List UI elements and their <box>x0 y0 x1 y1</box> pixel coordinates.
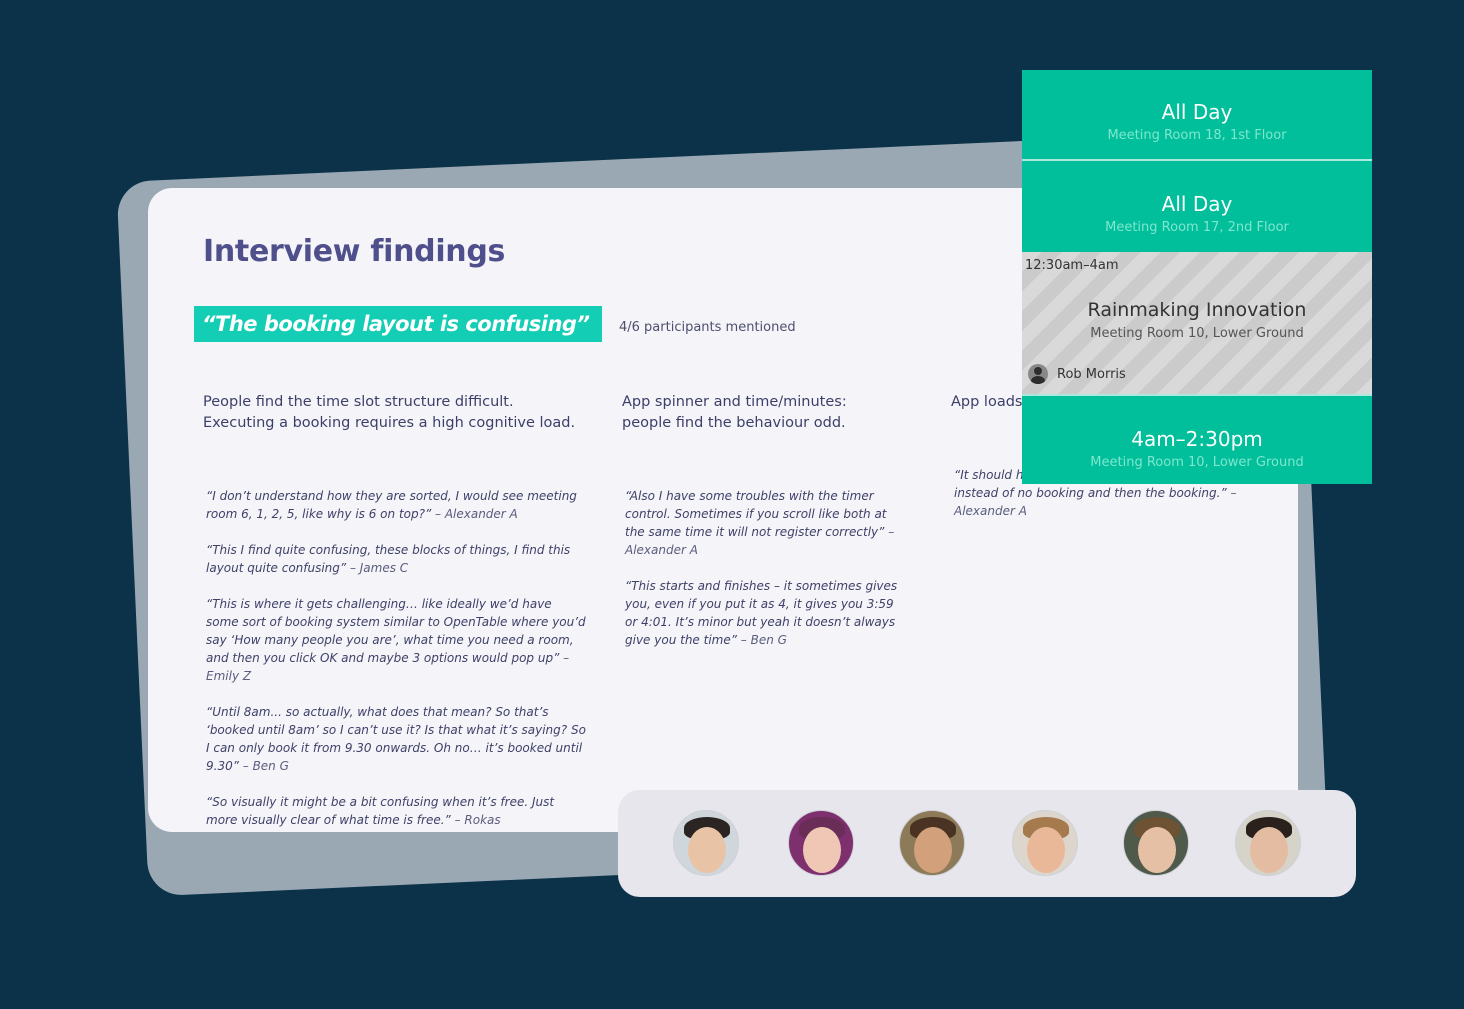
heading-line: App spinner and time/minutes: <box>622 394 847 410</box>
avatar-face <box>803 827 841 873</box>
participants-panel <box>618 790 1356 897</box>
finding-column-1: People find the time slot structure diff… <box>203 392 588 832</box>
slot-time: All Day <box>1161 192 1233 216</box>
quote-text: “Also I have some troubles with the time… <box>625 489 887 539</box>
participant-avatar-6 <box>1235 810 1301 876</box>
quote-author: – Alexander A <box>431 507 518 521</box>
avatar-face <box>688 827 726 873</box>
heading-line: People find the time slot structure diff… <box>203 394 514 410</box>
slot-room: Meeting Room 10, Lower Ground <box>1090 455 1304 470</box>
booked-by-name: Rob Morris <box>1057 366 1126 382</box>
avatar-face <box>914 827 952 873</box>
quote-author: – Ben G <box>736 633 787 647</box>
column-heading: People find the time slot structure diff… <box>203 392 588 434</box>
slot-time: 4am–2:30pm <box>1131 427 1263 451</box>
booked-by: Rob Morris <box>1028 364 1126 384</box>
quote: “Also I have some troubles with the time… <box>625 487 907 559</box>
slot-time: All Day <box>1161 100 1233 124</box>
booking-slot[interactable]: All Day Meeting Room 18, 1st Floor <box>1022 70 1372 159</box>
avatar-face <box>1027 827 1065 873</box>
heading-line: Executing a booking requires a high cogn… <box>203 415 576 431</box>
heading-line: App loads <box>951 394 1023 410</box>
participant-avatar-3 <box>899 810 965 876</box>
finding-column-2: App spinner and time/minutes: people fin… <box>622 392 907 667</box>
booked-slot[interactable]: 12:30am–4am Rainmaking Innovation Meetin… <box>1022 252 1372 394</box>
quote: “This I find quite confusing, these bloc… <box>206 541 588 577</box>
column-heading: App spinner and time/minutes: people fin… <box>622 392 907 434</box>
participant-avatar-4 <box>1012 810 1078 876</box>
participant-avatar-1 <box>673 810 739 876</box>
booked-time-range: 12:30am–4am <box>1025 258 1119 273</box>
slot-room: Meeting Room 18, 1st Floor <box>1107 128 1287 143</box>
avatar-face <box>1138 827 1176 873</box>
participant-avatar-2 <box>788 810 854 876</box>
quote: “Until 8am... so actually, what does tha… <box>206 703 588 775</box>
quote-author: – Ben G <box>238 759 289 773</box>
quote: “This is where it gets challenging… like… <box>206 595 588 685</box>
heading-line: people find the behaviour odd. <box>622 415 846 431</box>
booking-list: All Day Meeting Room 18, 1st Floor All D… <box>1022 70 1372 484</box>
quote-text: “I don’t understand how they are sorted,… <box>206 489 577 521</box>
booking-slot[interactable]: 4am–2:30pm Meeting Room 10, Lower Ground <box>1022 396 1372 484</box>
participant-avatar-5 <box>1123 810 1189 876</box>
booking-slot[interactable]: All Day Meeting Room 17, 2nd Floor <box>1022 161 1372 252</box>
finding-highlight: “The booking layout is confusing” <box>194 306 602 342</box>
page-title: Interview findings <box>203 234 506 269</box>
quote-author: – James C <box>346 561 409 575</box>
quote: “I don’t understand how they are sorted,… <box>206 487 588 523</box>
booked-room: Meeting Room 10, Lower Ground <box>1090 326 1304 341</box>
quote-author: – Rokas <box>450 813 501 827</box>
quote-text: “This is where it gets challenging… like… <box>206 597 586 665</box>
participants-mentioned: 4/6 participants mentioned <box>619 320 796 335</box>
quote: “This starts and finishes – it sometimes… <box>625 577 907 649</box>
quote: “So visually it might be a bit confusing… <box>206 793 588 829</box>
user-icon <box>1028 364 1048 384</box>
booked-meeting-name: Rainmaking Innovation <box>1087 299 1307 321</box>
slot-room: Meeting Room 17, 2nd Floor <box>1105 220 1289 235</box>
quote-text: “So visually it might be a bit confusing… <box>206 795 555 827</box>
avatar-face <box>1250 827 1288 873</box>
